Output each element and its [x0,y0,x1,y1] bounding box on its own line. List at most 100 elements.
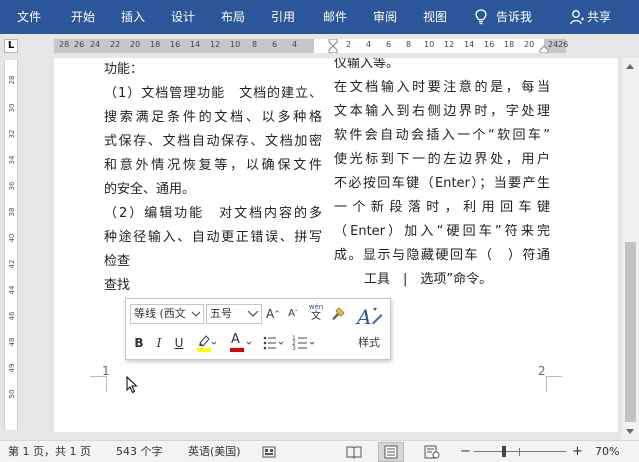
tell-me-box[interactable]: 告诉我 [474,0,532,34]
text-line: （2）编辑功能 对文档内容的多 [104,206,322,221]
ruler-number: 12 [210,40,221,49]
ruler-number: 24 [548,40,559,49]
zoom-out-button[interactable]: − [460,441,471,462]
font-size-value: 五号 [210,307,232,320]
ruler-number: 2 [346,40,352,49]
tab-insert[interactable]: 插入 [110,0,156,34]
tab-references[interactable]: 引用 [260,0,306,34]
text-line: 的安全、通用。 [104,182,196,197]
tab-layout[interactable]: 布局 [210,0,256,34]
zoom-slider-center-tick [519,448,520,456]
zoom-level[interactable]: 70% [595,441,619,462]
numbering-button[interactable]: 1 2 3 [292,333,318,353]
scroll-down-arrow-icon[interactable] [626,429,634,434]
font-color-button[interactable]: A [228,332,256,353]
phonetic-guide-icon: 文 [311,311,321,322]
underline-button[interactable]: U [172,333,186,353]
document-page[interactable]: 功能： （1）文档管理功能 文档的建立、 搜索满足条件的文档、以多种格 式保存、… [54,58,618,432]
macro-record-icon[interactable] [262,446,276,458]
chevron-down-icon [247,310,259,317]
ruler-number: 10 [230,40,241,49]
lightbulb-icon [475,9,487,25]
tab-stop-selector[interactable]: L [4,39,18,53]
right-text-column[interactable]: 仪输入等。 在文档输入时要注意的是，每当 文本输入到右侧边界时，字处理 软件会自… [334,58,550,292]
indent-marker-icon[interactable] [328,39,338,53]
phonetic-guide-button[interactable]: wén 文 [306,302,326,322]
text-line: 式保存、文档自动保存、文档加密 [104,134,322,149]
vertical-ruler-number: 32 [8,129,16,139]
language-status[interactable]: 英语(美国) [188,441,241,462]
text-line: 一个新段落时，利用回车键 [334,200,550,215]
ruler-number: 6 [272,40,278,49]
text-line: 搜索满足条件的文档、以多种格 [104,110,322,125]
ruler-number: 22 [110,40,121,49]
vertical-ruler[interactable]: 28 30 32 34 36 38 40 42 44 46 48 49 50 [4,60,18,430]
ruler-number: 16 [484,40,495,49]
tab-design[interactable]: 设计 [160,0,206,34]
mouse-cursor-icon [126,376,138,394]
scrollbar-thumb[interactable] [625,242,636,422]
shrink-font-icon: A [288,308,295,319]
print-layout-icon [384,445,398,459]
share-button[interactable]: 共享 [570,0,611,34]
tab-file[interactable]: 文件 [0,0,58,34]
numbered-list-icon: 1 2 3 [292,335,315,352]
corner-mark [546,376,562,377]
tell-me-label: 告诉我 [496,10,533,24]
font-name-dropdown[interactable]: 等线 (西文 [130,304,204,324]
ruler-number: 6 [386,40,392,49]
svg-text:A: A [355,305,371,329]
read-mode-icon[interactable] [346,445,362,459]
bullets-button[interactable] [262,333,286,353]
horizontal-ruler[interactable]: 28 26 24 22 20 18 16 14 12 10 8 6 4 2 4 … [54,39,568,53]
chevron-down-icon [191,305,201,323]
left-text-column[interactable]: 功能： （1）文档管理功能 文档的建立、 搜索满足条件的文档、以多种格 式保存、… [104,58,322,298]
text-line: 仪输入等。 [334,58,400,71]
grow-font-button[interactable]: A^ [266,304,280,324]
word-count-status[interactable]: 543 个字 [116,441,163,462]
styles-icon: A [355,305,383,329]
text-line: 成。显示与隐藏硬回车（ ）符通 [334,248,550,263]
font-color-swatch-icon [230,341,252,352]
font-name-value: 等线 (西文 [134,307,186,320]
ruler-number: 4 [366,40,372,49]
corner-mark [106,376,107,392]
ribbon-tab-bar: 文件 开始 插入 设计 布局 引用 邮件 审阅 视图 告诉我 共享 [0,0,639,34]
text-line: 在文档输入时要注意的是，每当 [334,80,550,95]
shrink-font-button[interactable]: Aˇ [286,304,300,324]
styles-button[interactable]: A 样式 [350,303,388,357]
scroll-up-arrow-icon[interactable] [626,64,634,69]
vertical-ruler-number: 30 [8,103,16,113]
bullet-list-icon [263,336,284,350]
tab-home[interactable]: 开始 [60,0,106,34]
ruler-number: 4 [292,40,298,49]
web-layout-icon[interactable] [424,445,440,459]
highlight-color-button[interactable] [192,333,220,353]
ruler-number: 8 [252,40,258,49]
text-line: 工具 | 选项”命令。 [364,272,493,287]
format-painter-icon[interactable] [330,306,346,322]
corner-mark [90,376,106,377]
tab-mailings[interactable]: 邮件 [312,0,358,34]
horizontal-ruler-row: L 28 26 24 22 20 18 16 14 12 10 8 6 4 2 … [0,34,639,58]
print-layout-button[interactable] [378,442,404,462]
tab-view[interactable]: 视图 [412,0,458,34]
ruler-number: 12 [444,40,455,49]
text-line: （Enter）加入“硬回车”符来完 [334,224,550,239]
text-line: （1）文档管理功能 文档的建立、 [104,86,322,101]
tab-review[interactable]: 审阅 [362,0,408,34]
text-line: 和意外情况恢复等，以确保文件 [104,158,322,173]
zoom-slider-thumb[interactable] [502,446,506,457]
share-label: 共享 [587,10,612,24]
vertical-scrollbar[interactable] [622,58,639,440]
font-size-dropdown[interactable]: 五号 [206,304,262,324]
italic-button[interactable]: I [152,333,166,353]
ruler-number: 18 [150,40,161,49]
page-count-status[interactable]: 第 1 页，共 1 页 [8,441,91,462]
text-line: 软件会自动会插入一个“软回车” [334,128,550,143]
ruler-number: 28 [59,40,70,49]
vertical-ruler-number: 50 [8,389,16,399]
zoom-in-button[interactable]: + [572,441,583,462]
bold-button[interactable]: B [132,333,146,353]
zoom-slider[interactable] [474,451,566,452]
